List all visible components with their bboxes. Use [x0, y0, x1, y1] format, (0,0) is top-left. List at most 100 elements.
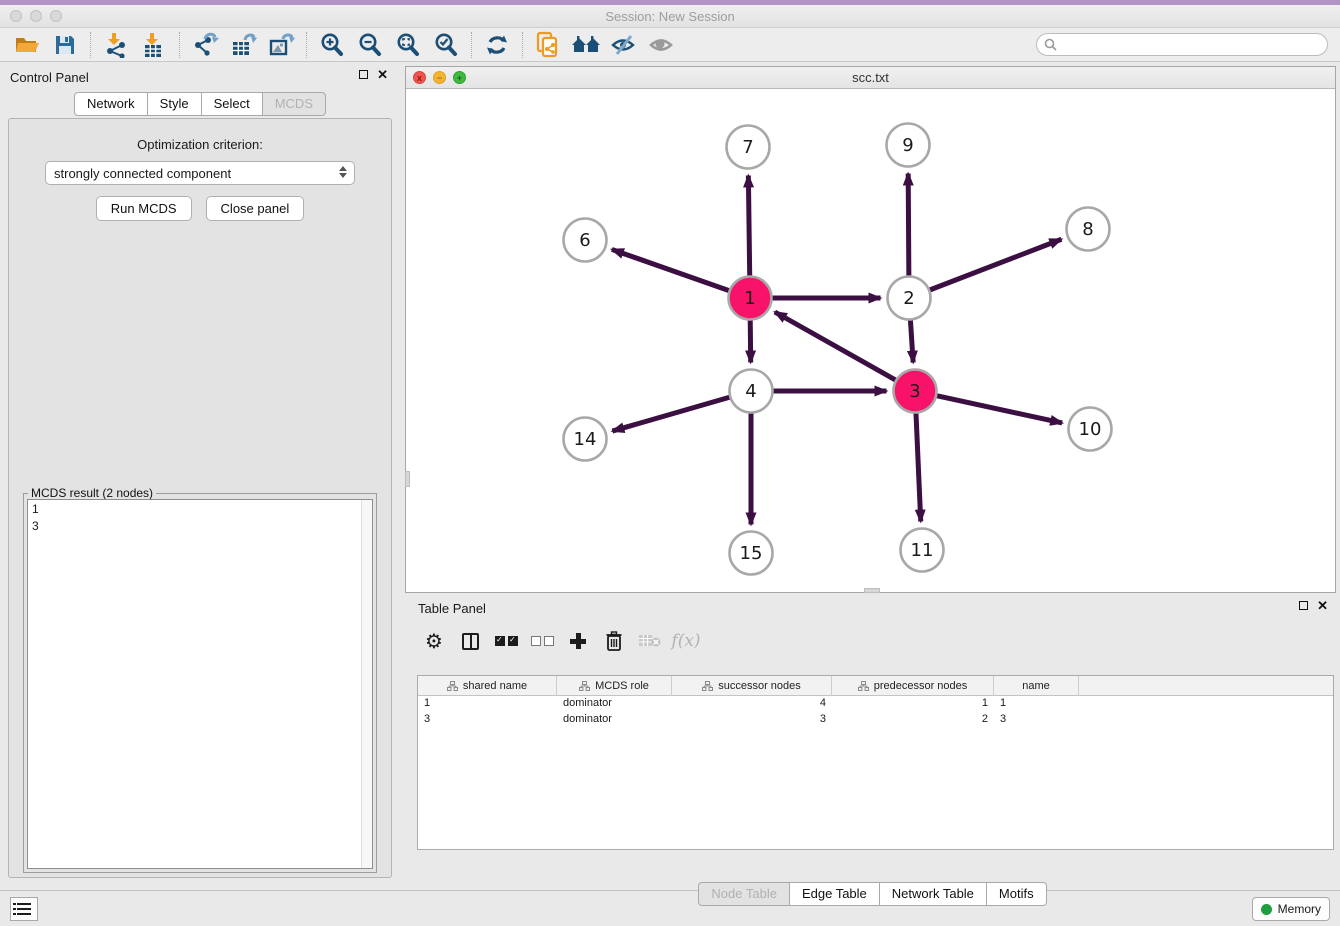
edge-3-10[interactable]	[936, 396, 1062, 423]
network-window-titlebar[interactable]: x − + scc.txt	[406, 67, 1335, 89]
edge-1-6[interactable]	[612, 249, 730, 290]
node-6[interactable]: 6	[564, 219, 607, 262]
table-cell[interactable]: 1	[418, 696, 557, 712]
tab-style[interactable]: Style	[148, 92, 202, 116]
close-table-panel-icon[interactable]: ✕	[1317, 601, 1328, 610]
save-session-button[interactable]	[50, 30, 80, 60]
node-2[interactable]: 2	[888, 277, 931, 320]
network-canvas[interactable]: 7 9 6 8 1 2 4 3 14 10 15 11	[406, 89, 1335, 592]
duplicate-network-button[interactable]	[533, 30, 563, 60]
zoom-in-button[interactable]	[317, 30, 347, 60]
toolbar-separator	[179, 32, 180, 58]
node-7[interactable]: 7	[727, 126, 770, 169]
main-toolbar	[0, 28, 1340, 62]
table-cell[interactable]: dominator	[557, 696, 672, 712]
column-header-predecessor-nodes[interactable]: predecessor nodes	[832, 676, 994, 696]
add-column-button[interactable]	[565, 628, 591, 654]
show-column-button[interactable]	[457, 628, 483, 654]
node-4[interactable]: 4	[730, 370, 773, 413]
search-field[interactable]	[1036, 33, 1328, 56]
task-history-button[interactable]	[10, 897, 38, 921]
node-9[interactable]: 9	[887, 124, 930, 167]
home-button[interactable]	[571, 30, 601, 60]
tab-mcds[interactable]: MCDS	[263, 92, 326, 116]
zoom-fit-button[interactable]	[393, 30, 423, 60]
hide-graphics-details-button[interactable]	[609, 30, 639, 60]
edge-1-7[interactable]	[748, 175, 749, 276]
edge-2-3[interactable]	[910, 319, 913, 362]
criterion-select[interactable]: strongly connected component	[45, 161, 355, 185]
import-network-button[interactable]	[101, 30, 131, 60]
node-1[interactable]: 1	[729, 277, 772, 320]
export-table-icon	[230, 32, 257, 58]
node-11[interactable]: 11	[901, 529, 944, 572]
search-icon	[1044, 38, 1057, 51]
node-14[interactable]: 14	[564, 418, 607, 461]
edge-3-1[interactable]	[775, 312, 896, 380]
tab-node-table[interactable]: Node Table	[698, 882, 790, 906]
export-image-button[interactable]	[266, 30, 296, 60]
edge-2-9[interactable]	[908, 173, 909, 276]
column-header-MCDS-role[interactable]: MCDS role	[557, 676, 672, 696]
select-all-rows-button[interactable]	[493, 628, 519, 654]
tab-network[interactable]: Network	[74, 92, 148, 116]
zoom-selected-button[interactable]	[431, 30, 461, 60]
table-row[interactable]: 1dominator411	[418, 696, 1333, 712]
table-cell[interactable]: 2	[832, 712, 994, 728]
table-cell[interactable]: 4	[672, 696, 832, 712]
refresh-button[interactable]	[482, 30, 512, 60]
control-panel-title: Control Panel	[10, 70, 89, 85]
delete-table-button[interactable]	[637, 628, 663, 654]
zoom-selected-icon	[433, 32, 459, 58]
zoom-out-button[interactable]	[355, 30, 385, 60]
tab-edge-table[interactable]: Edge Table	[790, 882, 880, 906]
table-cell[interactable]: 3	[672, 712, 832, 728]
float-table-panel-icon[interactable]	[1299, 601, 1308, 610]
network-view-window: x − + scc.txt 7 9 6 8 1 2 4 3 14 10 15 11	[405, 66, 1336, 593]
tab-select[interactable]: Select	[202, 92, 263, 116]
deselect-all-rows-button[interactable]	[529, 628, 555, 654]
app-titlebar: Session: New Session	[0, 5, 1340, 28]
export-network-button[interactable]	[190, 30, 220, 60]
vertical-splitter-grip[interactable]	[405, 471, 410, 487]
network-graph[interactable]: 7 9 6 8 1 2 4 3 14 10 15 11	[406, 89, 1335, 592]
node-8[interactable]: 8	[1067, 208, 1110, 251]
node-10[interactable]: 10	[1069, 408, 1112, 451]
table-cell[interactable]: 3	[994, 712, 1079, 728]
table-settings-button[interactable]: ⚙	[421, 628, 447, 654]
show-details-eye-icon	[648, 33, 676, 57]
node-table[interactable]: shared nameMCDS rolesuccessor nodesprede…	[417, 675, 1334, 850]
close-panel-button[interactable]: Close panel	[206, 196, 305, 221]
tab-network-table[interactable]: Network Table	[880, 882, 987, 906]
node-3[interactable]: 3	[894, 370, 937, 413]
function-builder-button[interactable]: f(x)	[673, 628, 699, 654]
run-mcds-button[interactable]: Run MCDS	[96, 196, 192, 221]
table-body: 1dominator4113dominator323	[418, 696, 1333, 728]
column-header-successor-nodes[interactable]: successor nodes	[672, 676, 832, 696]
float-panel-icon[interactable]	[359, 70, 368, 79]
close-panel-icon[interactable]: ✕	[377, 70, 388, 79]
plus-icon	[570, 633, 586, 649]
table-cell[interactable]: 1	[832, 696, 994, 712]
table-cell[interactable]: 3	[418, 712, 557, 728]
edge-4-14[interactable]	[612, 397, 730, 431]
table-cell[interactable]: 1	[994, 696, 1079, 712]
tab-motifs[interactable]: Motifs	[987, 882, 1047, 906]
show-graphics-details-button[interactable]	[647, 30, 677, 60]
edge-3-11[interactable]	[916, 412, 921, 521]
column-header-name[interactable]: name	[994, 676, 1079, 696]
search-input[interactable]	[1061, 38, 1311, 52]
column-header-shared-name[interactable]: shared name	[418, 676, 557, 696]
hierarchy-icon	[858, 681, 869, 691]
node-15[interactable]: 15	[730, 532, 773, 575]
export-table-button[interactable]	[228, 30, 258, 60]
duplicate-network-icon	[535, 31, 561, 59]
edge-2-8[interactable]	[929, 239, 1061, 290]
table-row[interactable]: 3dominator323	[418, 712, 1333, 728]
table-cell[interactable]: dominator	[557, 712, 672, 728]
mcds-result-list[interactable]: 1 3	[27, 499, 373, 869]
result-scrollbar[interactable]	[361, 500, 372, 868]
delete-column-button[interactable]	[601, 628, 627, 654]
open-session-button[interactable]	[12, 30, 42, 60]
import-table-button[interactable]	[139, 30, 169, 60]
